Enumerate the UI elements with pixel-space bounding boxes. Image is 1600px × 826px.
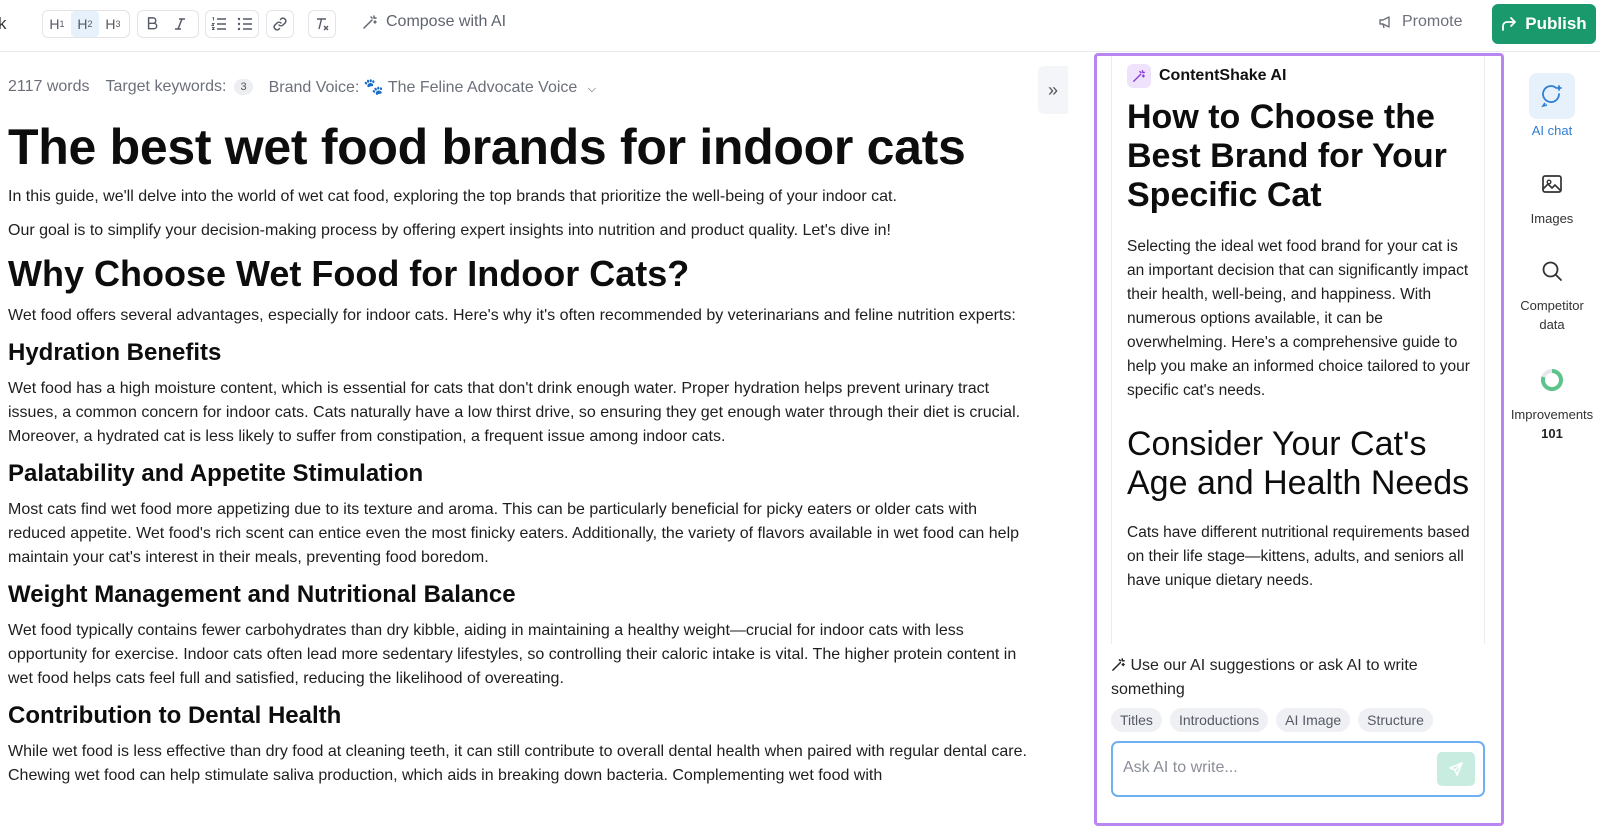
ai-prompt-area: Use our AI suggestions or ask AI to writ…: [1097, 644, 1501, 823]
paragraph[interactable]: Wet food has a high moisture content, wh…: [8, 377, 1033, 449]
heading-3-button[interactable]: H3: [99, 11, 127, 37]
chevron-down-icon: ⌵: [587, 83, 597, 95]
search-icon: [1529, 248, 1575, 294]
megaphone-icon: [1379, 16, 1390, 29]
rail-images[interactable]: Images: [1504, 161, 1600, 228]
paragraph[interactable]: Most cats find wet food more appetizing …: [8, 498, 1033, 570]
chat-sparkle-icon: [1529, 73, 1575, 119]
subsection-heading[interactable]: Weight Management and Nutritional Balanc…: [8, 580, 1033, 610]
ai-panel: ContentShake AI How to Choose the Best B…: [1094, 53, 1504, 826]
compose-label: Compose with AI: [386, 13, 507, 30]
rail-ai-chat[interactable]: AI chat: [1504, 73, 1600, 140]
ask-ai-input[interactable]: [1123, 753, 1423, 783]
chip-structure[interactable]: Structure: [1358, 708, 1433, 732]
publish-label: Publish: [1525, 14, 1587, 33]
chip-ai-image[interactable]: AI Image: [1276, 708, 1351, 732]
heading-1-button[interactable]: H1: [43, 11, 71, 37]
ai-heading[interactable]: How to Choose the Best Brand for Your Sp…: [1127, 98, 1477, 215]
rail-competitor-label: Competitor data: [1520, 298, 1584, 332]
article-body[interactable]: The best wet food brands for indoor cats…: [8, 115, 1033, 798]
bullet-list-icon: [237, 17, 252, 31]
chip-introductions[interactable]: Introductions: [1169, 708, 1269, 732]
ask-ai-box: [1111, 741, 1485, 797]
magic-wand-icon: [363, 15, 377, 29]
heading-group: H1 H2 H3: [42, 10, 130, 38]
rail-competitor-data[interactable]: Competitor data: [1504, 248, 1600, 334]
paragraph[interactable]: In this guide, we'll delve into the worl…: [8, 185, 1033, 209]
subsection-heading[interactable]: Hydration Benefits: [8, 338, 1033, 368]
subsection-heading[interactable]: Contribution to Dental Health: [8, 701, 1033, 731]
article-title[interactable]: The best wet food brands for indoor cats: [8, 119, 1033, 175]
ai-paragraph[interactable]: Selecting the ideal wet food brand for y…: [1127, 235, 1477, 403]
ai-brand-name: ContentShake AI: [1159, 67, 1287, 84]
chip-titles[interactable]: Titles: [1111, 708, 1162, 732]
ordered-list-icon: [211, 17, 226, 30]
send-icon: [1449, 762, 1463, 776]
paragraph[interactable]: Wet food offers several advantages, espe…: [8, 304, 1033, 328]
list-group: [205, 10, 259, 38]
clear-format-icon: [317, 18, 329, 31]
target-keywords-count[interactable]: 3: [234, 79, 253, 95]
subsection-heading[interactable]: Palatability and Appetite Stimulation: [8, 459, 1033, 489]
clear-format-button[interactable]: [309, 11, 335, 37]
double-chevron-right-icon: »: [1047, 79, 1058, 100]
link-icon: [273, 17, 287, 31]
improvements-count: 101: [1541, 426, 1563, 441]
ai-suggest-hint: Use our AI suggestions or ask AI to writ…: [1111, 654, 1471, 702]
collapse-panel-button[interactable]: »: [1038, 66, 1068, 114]
ai-suggest-text: Use our AI suggestions or ask AI to writ…: [1111, 657, 1418, 698]
editor-toolbar: k H1 H2 H3 Compose with AI Promote Publi…: [0, 0, 1600, 52]
word-count: 2117 words: [8, 78, 90, 95]
right-rail: AI chat Images Competitor data Improveme…: [1504, 53, 1600, 826]
clear-format-group: [308, 10, 336, 38]
back-link-fragment[interactable]: k: [0, 14, 7, 34]
compose-with-ai-button[interactable]: Compose with AI: [362, 13, 506, 31]
brand-voice-select[interactable]: Brand Voice: 🐾 The Feline Advocate Voice…: [269, 77, 597, 97]
publish-button[interactable]: Publish: [1492, 4, 1596, 44]
italic-button[interactable]: [166, 11, 194, 37]
paragraph[interactable]: Wet food typically contains fewer carboh…: [8, 619, 1033, 691]
promote-button[interactable]: Promote: [1378, 13, 1462, 31]
italic-icon: [175, 18, 185, 30]
link-button[interactable]: [267, 11, 293, 37]
rail-ai-chat-label: AI chat: [1531, 123, 1573, 138]
progress-ring-icon: [1529, 357, 1575, 403]
ordered-list-button[interactable]: [206, 11, 232, 37]
section-heading[interactable]: Why Choose Wet Food for Indoor Cats?: [8, 253, 1033, 295]
magic-wand-icon: [1112, 658, 1125, 671]
bullet-list-button[interactable]: [232, 11, 258, 37]
heading-2-button[interactable]: H2: [71, 11, 99, 37]
suggestion-chips: Titles Introductions AI Image Structure: [1111, 708, 1433, 732]
ai-panel-header: ContentShake AI: [1127, 64, 1286, 88]
paragraph[interactable]: Our goal is to simplify your decision-ma…: [8, 219, 1033, 243]
promote-label: Promote: [1402, 13, 1463, 30]
paragraph[interactable]: While wet food is less effective than dr…: [8, 740, 1033, 788]
editor-canvas[interactable]: 2117 words Target keywords: 3 Brand Voic…: [8, 53, 1038, 826]
rail-images-label: Images: [1530, 211, 1574, 226]
target-keywords-label[interactable]: Target keywords:: [106, 78, 227, 96]
ai-generated-content[interactable]: How to Choose the Best Brand for Your Sp…: [1127, 98, 1477, 593]
format-group: [137, 10, 199, 38]
send-button[interactable]: [1437, 752, 1475, 786]
bold-icon: [147, 17, 158, 30]
image-icon: [1529, 161, 1575, 207]
rail-improvements[interactable]: Improvements 101: [1504, 357, 1600, 443]
bold-button[interactable]: [138, 11, 166, 37]
brand-voice-label: Brand Voice: 🐾 The Feline Advocate Voice: [268, 79, 578, 96]
ai-heading[interactable]: Consider Your Cat's Age and Health Needs: [1127, 425, 1477, 503]
link-group: [266, 10, 294, 38]
contentshake-logo-icon: [1127, 64, 1151, 88]
document-meta: 2117 words Target keywords: 3 Brand Voic…: [8, 77, 596, 97]
share-arrow-icon: [1502, 17, 1517, 31]
ai-paragraph[interactable]: Cats have different nutritional requirem…: [1127, 521, 1477, 593]
rail-improvements-label: Improvements: [1510, 407, 1594, 422]
